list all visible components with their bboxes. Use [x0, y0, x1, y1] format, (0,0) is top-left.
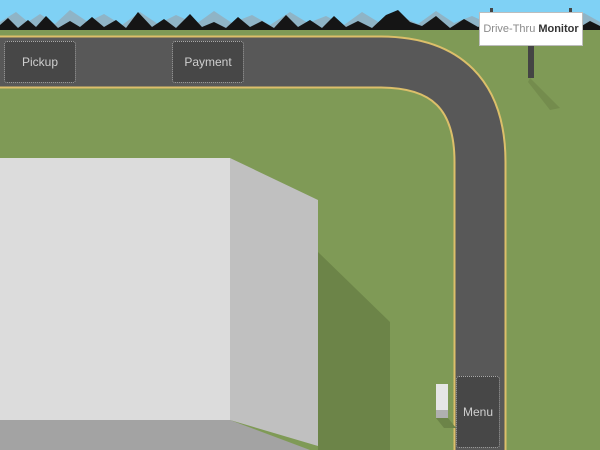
car-roof — [436, 410, 448, 418]
building-roof — [0, 158, 230, 420]
building-shadow — [318, 252, 390, 450]
building-side — [230, 158, 318, 446]
title-emphasis: Monitor — [538, 23, 579, 35]
title-billboard: Drive-Thru Monitor — [479, 12, 583, 46]
menu-label: Menu — [462, 405, 494, 419]
payment-label: Payment — [184, 55, 232, 69]
menu-zone[interactable]: Menu — [456, 376, 500, 448]
pickup-zone[interactable]: Pickup — [4, 41, 76, 83]
payment-zone[interactable]: Payment — [172, 41, 244, 83]
drive-thru-scene — [0, 0, 600, 450]
pickup-label: Pickup — [21, 55, 59, 69]
billboard-pole — [528, 44, 534, 78]
car-shadow — [436, 418, 456, 428]
billboard-shadow — [528, 78, 560, 110]
title-prefix: Drive-Thru — [483, 23, 536, 35]
